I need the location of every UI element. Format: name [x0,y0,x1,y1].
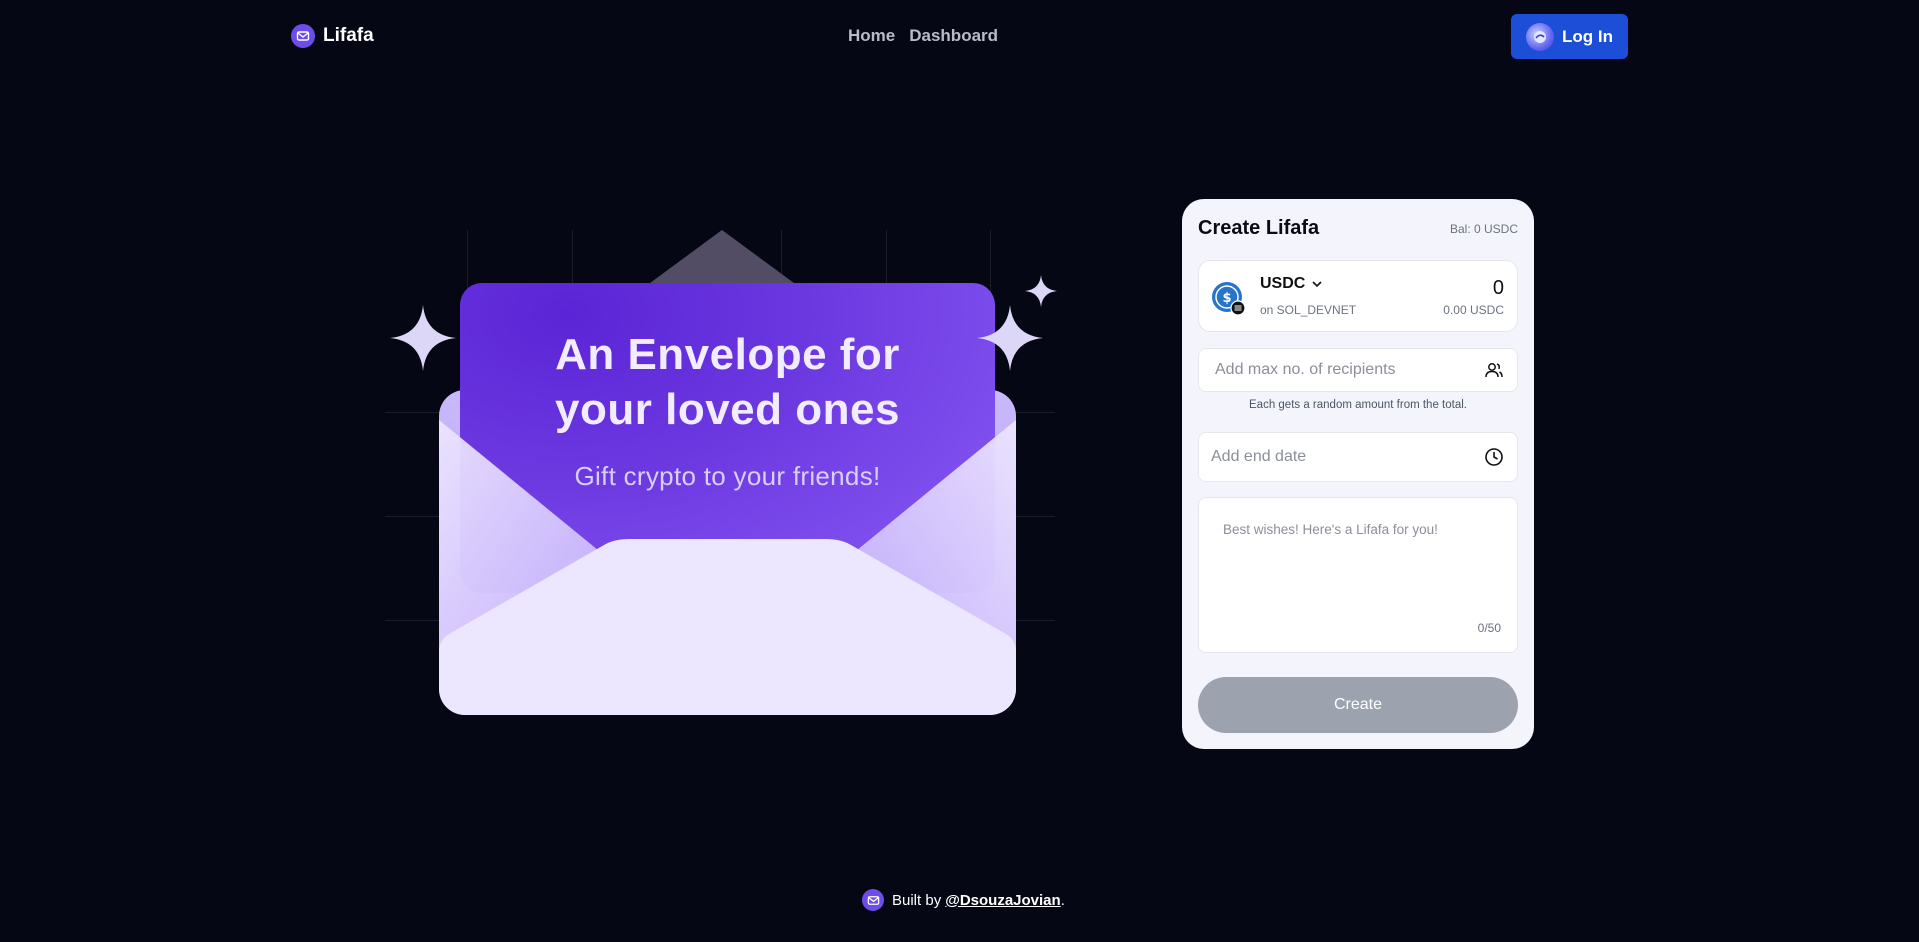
login-button[interactable]: Log In [1511,14,1628,59]
envelope-logo-icon [291,24,315,48]
sparkle-icon [1025,275,1057,307]
top-nav: Lifafa Home Dashboard Log In [0,0,1919,72]
message-textarea[interactable] [1223,522,1503,622]
svg-text:$: $ [1222,291,1231,306]
balance-text: Bal: 0 USDC [1449,222,1518,236]
sparkle-icon [390,305,456,371]
footer-built-by: Built by [892,891,942,909]
usdc-token-icon: $ [1212,282,1245,315]
envelope-front [439,390,1016,715]
footer: Built by @DsouzaJovian. [862,889,1065,911]
token-symbol: USDC [1260,275,1306,292]
brand-name: Lifafa [323,25,374,46]
token-amount-box: $ USDC on SOL_DEVNET 0 0.00 USDC [1198,260,1518,332]
nav-home-link[interactable]: Home [848,26,895,46]
recipients-hint: Each gets a random amount from the total… [1249,399,1467,411]
end-date-input[interactable] [1211,448,1484,466]
footer-suffix: . [1060,891,1065,909]
card-title: Create Lifafa [1198,217,1320,239]
chevron-down-icon [1312,281,1322,288]
amount-input[interactable]: 0 [1493,277,1504,300]
hero-title-line1: An Envelope for [555,330,900,379]
login-label: Log In [1562,26,1613,46]
hero-illustration: An Envelope for your loved ones Gift cry… [385,225,1057,725]
message-char-count: 0/50 [1477,621,1501,635]
recipients-field [1198,348,1518,392]
nav-dashboard-link[interactable]: Dashboard [909,26,998,46]
create-lifafa-card: Create Lifafa Bal: 0 USDC $ USDC on SOL_… [1182,199,1534,749]
clock-icon[interactable] [1484,447,1504,467]
brand[interactable]: Lifafa [291,24,374,48]
recipients-input[interactable] [1215,361,1484,379]
message-box: 0/50 [1198,497,1518,653]
users-icon [1485,363,1503,378]
token-network: on SOL_DEVNET [1260,303,1357,317]
end-date-field [1198,432,1518,482]
main-nav: Home Dashboard [848,26,998,46]
wallet-icon [1526,22,1554,51]
sparkle-icon [977,305,1043,371]
create-button[interactable]: Create [1198,677,1518,733]
envelope-logo-icon [862,889,884,911]
footer-author-link[interactable]: @DsouzaJovian [945,892,1061,909]
token-selector[interactable]: USDC [1260,275,1323,293]
amount-value: 0.00 USDC [1443,303,1504,317]
